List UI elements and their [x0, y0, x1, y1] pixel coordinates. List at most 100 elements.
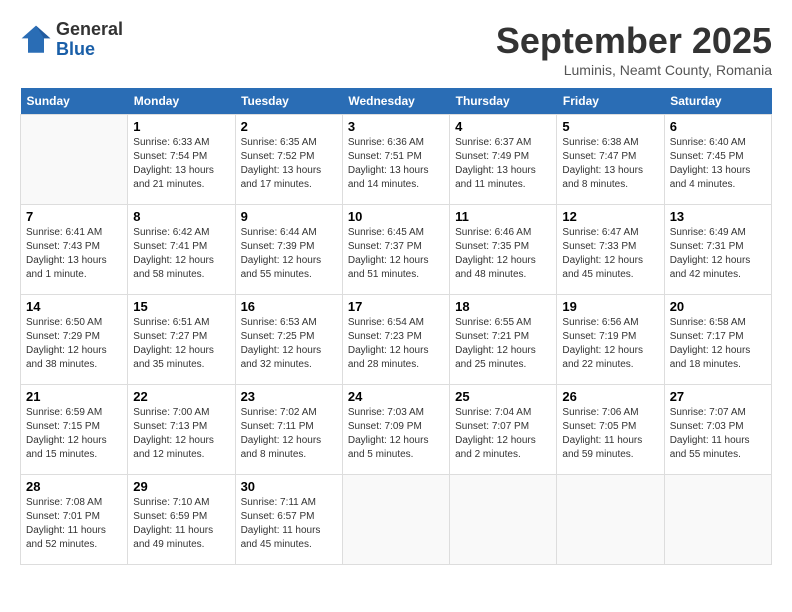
- day-number: 22: [133, 389, 229, 404]
- day-info: Sunrise: 6:35 AM Sunset: 7:52 PM Dayligh…: [241, 136, 337, 192]
- table-row: 4 Sunrise: 6:37 AM Sunset: 7:49 PM Daylig…: [450, 115, 557, 205]
- table-row: [21, 115, 128, 205]
- table-row: 17 Sunrise: 6:54 AM Sunset: 7:23 PM Dayli…: [342, 295, 449, 385]
- day-number: 5: [562, 119, 658, 134]
- day-number: 28: [26, 479, 122, 494]
- col-tuesday: Tuesday: [235, 88, 342, 115]
- day-number: 11: [455, 209, 551, 224]
- title-section: September 2025 Luminis, Neamt County, Ro…: [496, 20, 772, 78]
- day-info: Sunrise: 7:10 AM Sunset: 6:59 PM Dayligh…: [133, 496, 229, 552]
- table-row: 19 Sunrise: 6:56 AM Sunset: 7:19 PM Dayli…: [557, 295, 664, 385]
- logo-text: General Blue: [56, 20, 123, 60]
- table-row: 22Sunrise: 7:00 AM Sunset: 7:13 PM Dayli…: [128, 385, 235, 475]
- day-number: 14: [26, 299, 122, 314]
- table-row: 26 Sunrise: 7:06 AM Sunset: 7:05 PM Dayli…: [557, 385, 664, 475]
- day-info: Sunrise: 6:38 AM Sunset: 7:47 PM Dayligh…: [562, 136, 658, 192]
- day-info: Sunrise: 6:36 AM Sunset: 7:51 PM Dayligh…: [348, 136, 444, 192]
- logo: General Blue: [20, 20, 123, 60]
- logo-blue-text: Blue: [56, 40, 123, 60]
- day-info: Sunrise: 7:02 AM Sunset: 7:11 PM Dayligh…: [241, 406, 337, 462]
- table-row: 29 Sunrise: 7:10 AM Sunset: 6:59 PM Dayli…: [128, 475, 235, 565]
- col-saturday: Saturday: [664, 88, 771, 115]
- day-info: Sunrise: 6:37 AM Sunset: 7:49 PM Dayligh…: [455, 136, 551, 192]
- col-monday: Monday: [128, 88, 235, 115]
- day-info: Sunrise: 7:06 AM Sunset: 7:05 PM Dayligh…: [562, 406, 658, 462]
- table-row: 12 Sunrise: 6:47 AM Sunset: 7:33 PM Dayli…: [557, 205, 664, 295]
- day-number: 4: [455, 119, 551, 134]
- day-number: 27: [670, 389, 766, 404]
- day-info: Sunrise: 6:33 AM Sunset: 7:54 PM Dayligh…: [133, 136, 229, 192]
- day-number: 16: [241, 299, 337, 314]
- table-row: 3 Sunrise: 6:36 AM Sunset: 7:51 PM Daylig…: [342, 115, 449, 205]
- day-number: 13: [670, 209, 766, 224]
- day-info: Sunrise: 6:50 AM Sunset: 7:29 PM Dayligh…: [26, 316, 122, 372]
- table-row: 1 Sunrise: 6:33 AM Sunset: 7:54 PM Daylig…: [128, 115, 235, 205]
- day-info: Sunrise: 6:59 AM Sunset: 7:15 PM Dayligh…: [26, 406, 122, 462]
- col-sunday: Sunday: [21, 88, 128, 115]
- table-row: 9 Sunrise: 6:44 AM Sunset: 7:39 PM Daylig…: [235, 205, 342, 295]
- table-row: 24 Sunrise: 7:03 AM Sunset: 7:09 PM Dayli…: [342, 385, 449, 475]
- calendar-table: Sunday Monday Tuesday Wednesday Thursday…: [20, 88, 772, 565]
- day-number: 1: [133, 119, 229, 134]
- table-row: [342, 475, 449, 565]
- calendar-week-row: 7Sunrise: 6:41 AM Sunset: 7:43 PM Daylig…: [21, 205, 772, 295]
- day-info: Sunrise: 7:03 AM Sunset: 7:09 PM Dayligh…: [348, 406, 444, 462]
- day-info: Sunrise: 6:58 AM Sunset: 7:17 PM Dayligh…: [670, 316, 766, 372]
- day-number: 6: [670, 119, 766, 134]
- table-row: 20Sunrise: 6:58 AM Sunset: 7:17 PM Dayli…: [664, 295, 771, 385]
- table-row: 16 Sunrise: 6:53 AM Sunset: 7:25 PM Dayli…: [235, 295, 342, 385]
- day-number: 7: [26, 209, 122, 224]
- calendar-week-row: 21Sunrise: 6:59 AM Sunset: 7:15 PM Dayli…: [21, 385, 772, 475]
- day-number: 26: [562, 389, 658, 404]
- day-info: Sunrise: 7:07 AM Sunset: 7:03 PM Dayligh…: [670, 406, 766, 462]
- table-row: 11 Sunrise: 6:46 AM Sunset: 7:35 PM Dayli…: [450, 205, 557, 295]
- day-number: 23: [241, 389, 337, 404]
- table-row: 28 Sunrise: 7:08 AM Sunset: 7:01 PM Dayli…: [21, 475, 128, 565]
- col-friday: Friday: [557, 88, 664, 115]
- day-number: 19: [562, 299, 658, 314]
- day-info: Sunrise: 6:55 AM Sunset: 7:21 PM Dayligh…: [455, 316, 551, 372]
- day-number: 2: [241, 119, 337, 134]
- day-info: Sunrise: 6:56 AM Sunset: 7:19 PM Dayligh…: [562, 316, 658, 372]
- day-number: 24: [348, 389, 444, 404]
- day-number: 12: [562, 209, 658, 224]
- table-row: 30Sunrise: 7:11 AM Sunset: 6:57 PM Dayli…: [235, 475, 342, 565]
- table-row: 5 Sunrise: 6:38 AM Sunset: 7:47 PM Daylig…: [557, 115, 664, 205]
- day-number: 15: [133, 299, 229, 314]
- day-number: 18: [455, 299, 551, 314]
- day-info: Sunrise: 6:47 AM Sunset: 7:33 PM Dayligh…: [562, 226, 658, 282]
- table-row: 15Sunrise: 6:51 AM Sunset: 7:27 PM Dayli…: [128, 295, 235, 385]
- day-info: Sunrise: 6:40 AM Sunset: 7:45 PM Dayligh…: [670, 136, 766, 192]
- table-row: 23 Sunrise: 7:02 AM Sunset: 7:11 PM Dayli…: [235, 385, 342, 475]
- day-info: Sunrise: 6:42 AM Sunset: 7:41 PM Dayligh…: [133, 226, 229, 282]
- day-number: 10: [348, 209, 444, 224]
- table-row: 7Sunrise: 6:41 AM Sunset: 7:43 PM Daylig…: [21, 205, 128, 295]
- day-info: Sunrise: 6:46 AM Sunset: 7:35 PM Dayligh…: [455, 226, 551, 282]
- calendar-week-row: 14 Sunrise: 6:50 AM Sunset: 7:29 PM Dayli…: [21, 295, 772, 385]
- day-number: 17: [348, 299, 444, 314]
- day-info: Sunrise: 6:45 AM Sunset: 7:37 PM Dayligh…: [348, 226, 444, 282]
- logo-general-text: General: [56, 20, 123, 40]
- day-number: 29: [133, 479, 229, 494]
- day-info: Sunrise: 7:08 AM Sunset: 7:01 PM Dayligh…: [26, 496, 122, 552]
- day-number: 3: [348, 119, 444, 134]
- table-row: 8Sunrise: 6:42 AM Sunset: 7:41 PM Daylig…: [128, 205, 235, 295]
- table-row: 18 Sunrise: 6:55 AM Sunset: 7:21 PM Dayli…: [450, 295, 557, 385]
- table-row: 10 Sunrise: 6:45 AM Sunset: 7:37 PM Dayli…: [342, 205, 449, 295]
- table-row: 6 Sunrise: 6:40 AM Sunset: 7:45 PM Daylig…: [664, 115, 771, 205]
- calendar-week-row: 1 Sunrise: 6:33 AM Sunset: 7:54 PM Daylig…: [21, 115, 772, 205]
- page-header: General Blue September 2025 Luminis, Nea…: [20, 20, 772, 78]
- day-info: Sunrise: 6:54 AM Sunset: 7:23 PM Dayligh…: [348, 316, 444, 372]
- logo-icon: [20, 24, 52, 56]
- day-info: Sunrise: 6:53 AM Sunset: 7:25 PM Dayligh…: [241, 316, 337, 372]
- table-row: [664, 475, 771, 565]
- col-thursday: Thursday: [450, 88, 557, 115]
- day-number: 25: [455, 389, 551, 404]
- table-row: [450, 475, 557, 565]
- location-subtitle: Luminis, Neamt County, Romania: [496, 62, 772, 78]
- day-info: Sunrise: 6:44 AM Sunset: 7:39 PM Dayligh…: [241, 226, 337, 282]
- table-row: 13Sunrise: 6:49 AM Sunset: 7:31 PM Dayli…: [664, 205, 771, 295]
- table-row: 14 Sunrise: 6:50 AM Sunset: 7:29 PM Dayli…: [21, 295, 128, 385]
- day-number: 9: [241, 209, 337, 224]
- day-info: Sunrise: 7:04 AM Sunset: 7:07 PM Dayligh…: [455, 406, 551, 462]
